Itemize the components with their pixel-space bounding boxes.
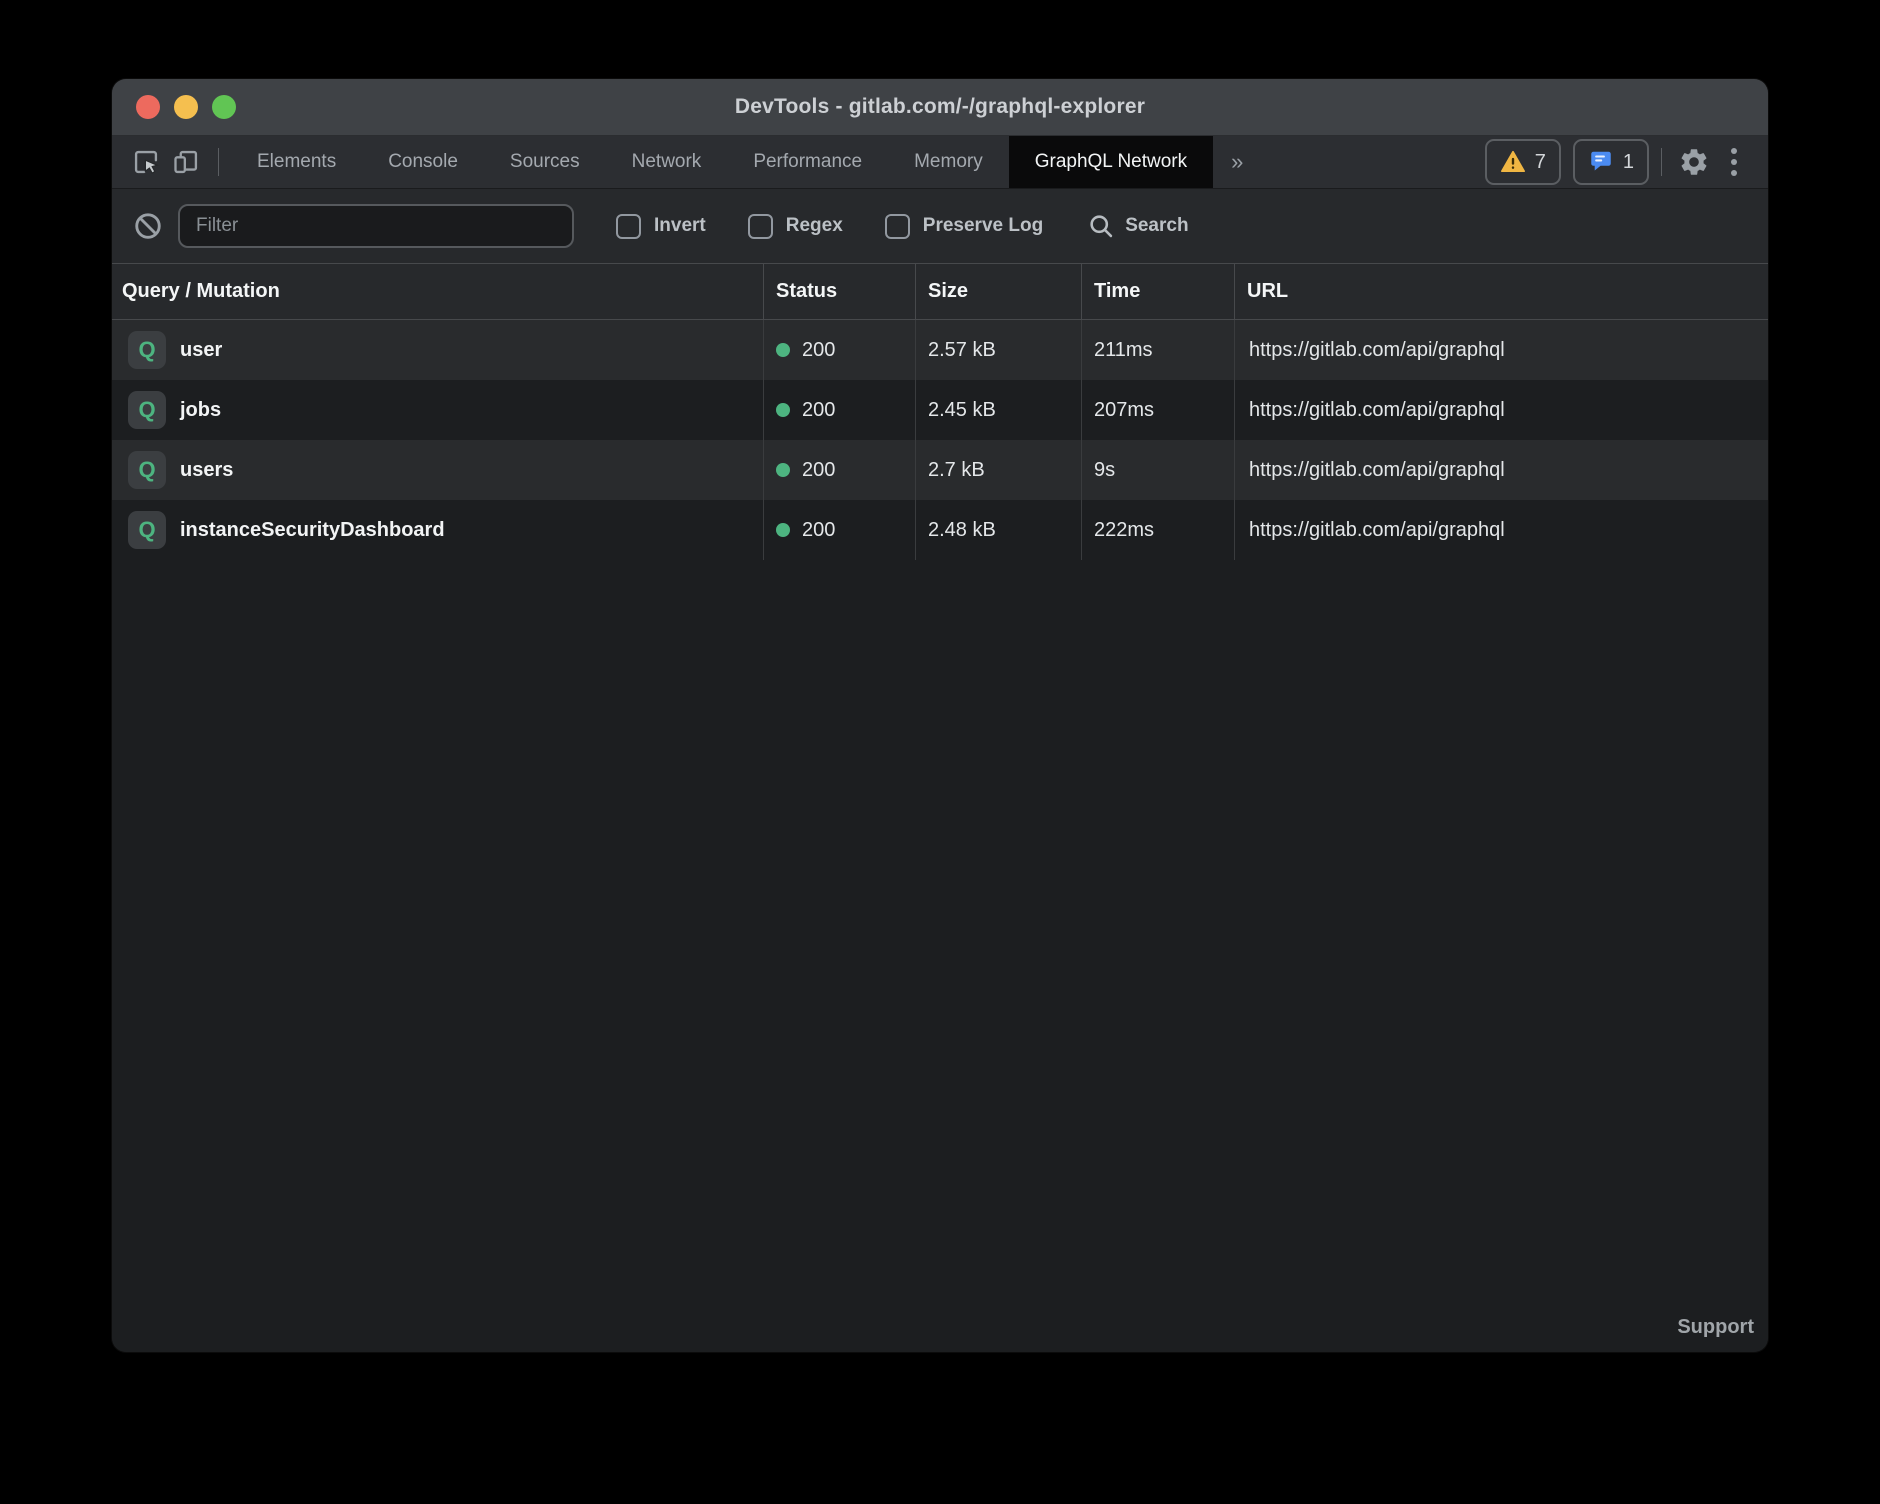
window-title: DevTools - gitlab.com/-/graphql-explorer bbox=[735, 95, 1145, 119]
tab-memory[interactable]: Memory bbox=[888, 136, 1009, 188]
search-label: Search bbox=[1125, 215, 1188, 237]
status-ok-dot bbox=[776, 523, 790, 537]
tab-sources[interactable]: Sources bbox=[484, 136, 606, 188]
time-cell: 9s bbox=[1081, 440, 1234, 500]
filter-input[interactable] bbox=[178, 204, 574, 248]
settings-button[interactable] bbox=[1674, 142, 1714, 182]
regex-label: Regex bbox=[786, 215, 843, 237]
support-link[interactable]: Support bbox=[1677, 1316, 1754, 1339]
titlebar: DevTools - gitlab.com/-/graphql-explorer bbox=[112, 79, 1768, 136]
size-cell: 2.48 kB bbox=[915, 500, 1081, 560]
query-type-badge: Q bbox=[128, 391, 166, 429]
block-icon bbox=[133, 211, 163, 241]
kebab-menu-button[interactable] bbox=[1714, 142, 1754, 182]
column-header-time[interactable]: Time bbox=[1081, 264, 1234, 319]
column-header-url[interactable]: URL bbox=[1234, 264, 1768, 319]
request-row[interactable]: Q users 200 2.7 kB 9s https://gitlab.com… bbox=[112, 440, 1768, 500]
issue-count: 1 bbox=[1623, 151, 1634, 174]
time-cell: 222ms bbox=[1081, 500, 1234, 560]
query-name: user bbox=[180, 339, 222, 362]
query-type-badge: Q bbox=[128, 331, 166, 369]
more-tabs-button[interactable]: » bbox=[1213, 149, 1261, 175]
request-row[interactable]: Q instanceSecurityDashboard 200 2.48 kB … bbox=[112, 500, 1768, 560]
status-cell: 200 bbox=[763, 500, 915, 560]
traffic-lights bbox=[136, 79, 236, 135]
table-header: Query / Mutation Status Size Time URL bbox=[112, 263, 1768, 320]
warning-count: 7 bbox=[1535, 151, 1546, 174]
query-cell: Q user bbox=[112, 320, 763, 380]
issues-icon bbox=[1588, 149, 1614, 175]
query-type-badge: Q bbox=[128, 451, 166, 489]
inspect-icon bbox=[132, 148, 160, 176]
tab-network[interactable]: Network bbox=[606, 136, 728, 188]
url-cell: https://gitlab.com/api/graphql bbox=[1234, 500, 1768, 560]
status-cell: 200 bbox=[763, 440, 915, 500]
size-cell: 2.7 kB bbox=[915, 440, 1081, 500]
query-name: jobs bbox=[180, 399, 221, 422]
controls-divider bbox=[1661, 148, 1662, 176]
tabs-container: ElementsConsoleSourcesNetworkPerformance… bbox=[231, 136, 1213, 188]
search-button[interactable]: Search bbox=[1087, 212, 1188, 240]
query-type-badge: Q bbox=[128, 511, 166, 549]
status-ok-dot bbox=[776, 343, 790, 357]
request-list: Q user 200 2.57 kB 211ms https://gitlab.… bbox=[112, 320, 1768, 560]
tab-elements[interactable]: Elements bbox=[231, 136, 362, 188]
query-cell: Q users bbox=[112, 440, 763, 500]
invert-label: Invert bbox=[654, 215, 706, 237]
device-toolbar-icon bbox=[172, 148, 200, 176]
tab-performance[interactable]: Performance bbox=[727, 136, 888, 188]
tabbar-right-controls: 7 1 bbox=[1473, 139, 1754, 185]
query-cell: Q instanceSecurityDashboard bbox=[112, 500, 763, 560]
warning-icon bbox=[1500, 149, 1526, 175]
status-ok-dot bbox=[776, 403, 790, 417]
query-name: users bbox=[180, 459, 233, 482]
invert-checkbox-group[interactable]: Invert bbox=[616, 214, 706, 239]
query-name: instanceSecurityDashboard bbox=[180, 519, 445, 542]
status-code: 200 bbox=[802, 519, 835, 542]
close-window-button[interactable] bbox=[136, 95, 160, 119]
time-cell: 207ms bbox=[1081, 380, 1234, 440]
size-cell: 2.57 kB bbox=[915, 320, 1081, 380]
status-code: 200 bbox=[802, 399, 835, 422]
preserve-log-label: Preserve Log bbox=[923, 215, 1043, 237]
url-cell: https://gitlab.com/api/graphql bbox=[1234, 440, 1768, 500]
invert-checkbox[interactable] bbox=[616, 214, 641, 239]
status-code: 200 bbox=[802, 339, 835, 362]
device-toolbar-button[interactable] bbox=[166, 142, 206, 182]
inspect-element-button[interactable] bbox=[126, 142, 166, 182]
devtools-window: DevTools - gitlab.com/-/graphql-explorer… bbox=[112, 79, 1768, 1352]
warnings-badge[interactable]: 7 bbox=[1485, 139, 1561, 185]
size-cell: 2.45 kB bbox=[915, 380, 1081, 440]
url-cell: https://gitlab.com/api/graphql bbox=[1234, 380, 1768, 440]
preserve-log-checkbox[interactable] bbox=[885, 214, 910, 239]
filter-toolbar: Invert Regex Preserve Log Search bbox=[112, 189, 1768, 263]
issues-badge[interactable]: 1 bbox=[1573, 139, 1649, 185]
column-header-size[interactable]: Size bbox=[915, 264, 1081, 319]
content-footer: Support bbox=[112, 560, 1768, 1352]
regex-checkbox[interactable] bbox=[748, 214, 773, 239]
column-header-query-mutation[interactable]: Query / Mutation bbox=[112, 264, 763, 319]
gear-icon bbox=[1678, 146, 1710, 178]
url-cell: https://gitlab.com/api/graphql bbox=[1234, 320, 1768, 380]
tab-graphql-network[interactable]: GraphQL Network bbox=[1009, 136, 1213, 188]
status-cell: 200 bbox=[763, 320, 915, 380]
preserve-log-checkbox-group[interactable]: Preserve Log bbox=[885, 214, 1043, 239]
search-icon bbox=[1087, 212, 1115, 240]
regex-checkbox-group[interactable]: Regex bbox=[748, 214, 843, 239]
kebab-menu-icon bbox=[1731, 148, 1737, 176]
status-cell: 200 bbox=[763, 380, 915, 440]
maximize-window-button[interactable] bbox=[212, 95, 236, 119]
clear-log-button[interactable] bbox=[128, 206, 168, 246]
request-row[interactable]: Q user 200 2.57 kB 211ms https://gitlab.… bbox=[112, 320, 1768, 380]
tabbar-divider bbox=[218, 148, 219, 176]
minimize-window-button[interactable] bbox=[174, 95, 198, 119]
status-ok-dot bbox=[776, 463, 790, 477]
status-code: 200 bbox=[802, 459, 835, 482]
time-cell: 211ms bbox=[1081, 320, 1234, 380]
devtools-tabbar: ElementsConsoleSourcesNetworkPerformance… bbox=[112, 136, 1768, 189]
query-cell: Q jobs bbox=[112, 380, 763, 440]
column-header-status[interactable]: Status bbox=[763, 264, 915, 319]
request-row[interactable]: Q jobs 200 2.45 kB 207ms https://gitlab.… bbox=[112, 380, 1768, 440]
tab-console[interactable]: Console bbox=[362, 136, 484, 188]
